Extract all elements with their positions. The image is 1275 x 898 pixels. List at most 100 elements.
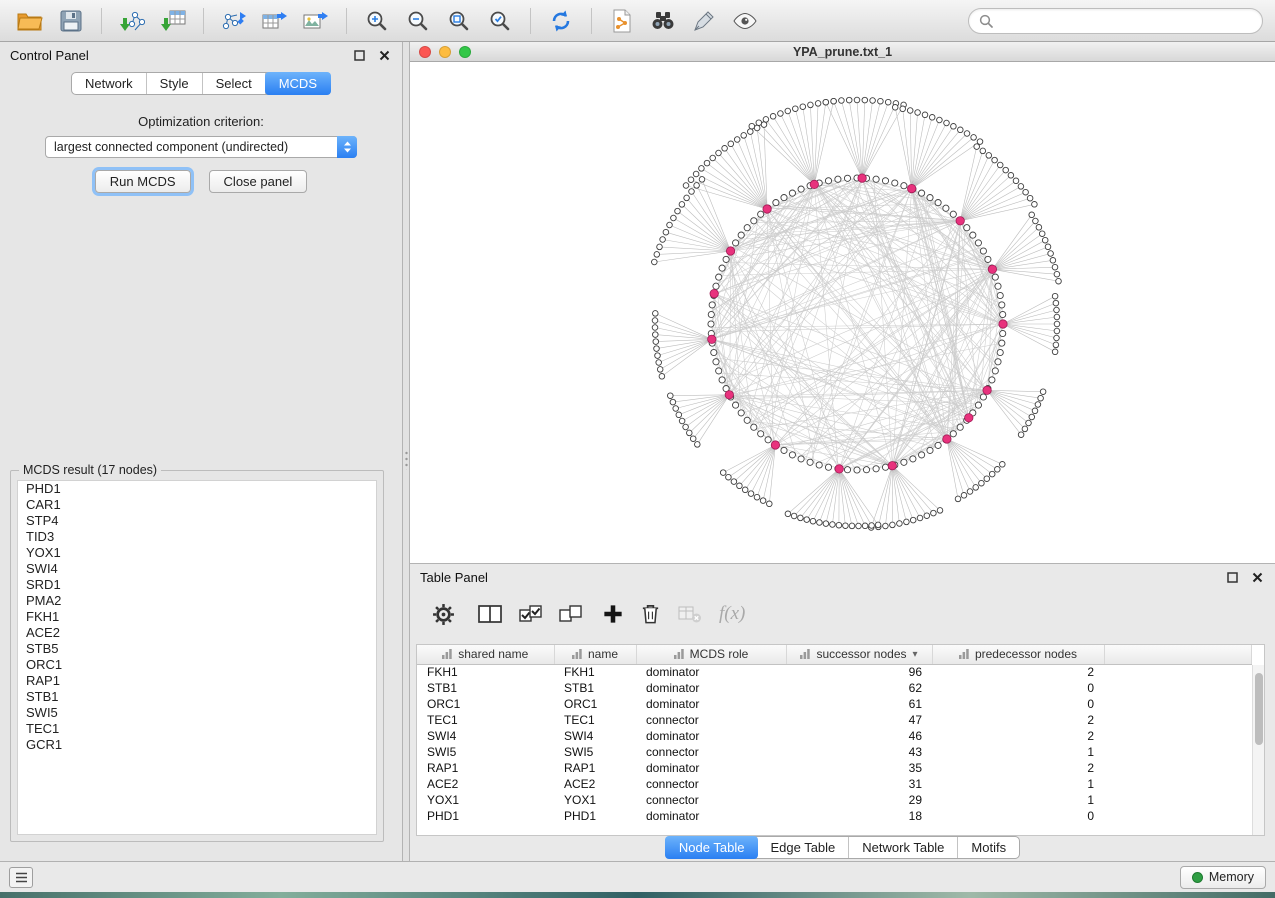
mcds-result-item[interactable]: CAR1 — [18, 497, 376, 513]
select-all-columns-button[interactable] — [519, 601, 542, 627]
criterion-dropdown[interactable]: largest connected component (undirected) — [45, 136, 357, 158]
table-row[interactable]: TEC1TEC1connector472 — [417, 712, 1252, 728]
tab-motifs[interactable]: Motifs — [958, 837, 1019, 858]
mcds-result-item[interactable]: FKH1 — [18, 609, 376, 625]
mcds-result-item[interactable]: ACE2 — [18, 625, 376, 641]
mcds-result-item[interactable]: SWI5 — [18, 705, 376, 721]
table-row[interactable]: FKH1FKH1dominator962 — [417, 664, 1252, 680]
delete-column-button[interactable] — [640, 601, 661, 627]
save-session-button[interactable] — [53, 5, 89, 37]
mcds-result-item[interactable]: STB1 — [18, 689, 376, 705]
create-column-button[interactable] — [603, 601, 623, 627]
mcds-result-item[interactable]: YOX1 — [18, 545, 376, 561]
zoom-fit-button[interactable] — [441, 5, 477, 37]
table-toolbar: f(x) — [410, 592, 1275, 636]
table-panel-tabs: Node TableEdge TableNetwork TableMotifs — [665, 836, 1020, 859]
search-neighbors-button[interactable] — [645, 5, 681, 37]
mcds-result-item[interactable]: STP4 — [18, 513, 376, 529]
table-row[interactable]: PHD1PHD1dominator180 — [417, 808, 1252, 824]
window-close-icon[interactable] — [419, 46, 431, 58]
zoom-selected-button[interactable] — [482, 5, 518, 37]
import-network-button[interactable] — [114, 5, 150, 37]
apply-style-button[interactable] — [686, 5, 722, 37]
zoom-out-button[interactable] — [400, 5, 436, 37]
column-type-icon — [572, 649, 582, 659]
mcds-result-item[interactable]: GCR1 — [18, 737, 376, 753]
network-canvas[interactable] — [410, 62, 1275, 563]
sort-chevron-icon[interactable]: ▾ — [913, 649, 918, 660]
run-mcds-button[interactable]: Run MCDS — [95, 170, 191, 193]
close-panel-button[interactable]: Close panel — [209, 170, 308, 193]
column-header-predecessor-nodes[interactable]: predecessor nodes — [932, 645, 1104, 664]
table-row[interactable]: ACE2ACE2connector311 — [417, 776, 1252, 792]
table-row[interactable]: SWI5SWI5connector431 — [417, 744, 1252, 760]
mcds-result-list[interactable]: PHD1CAR1STP4TID3YOX1SWI4SRD1PMA2FKH1ACE2… — [17, 480, 377, 835]
mcds-result-item[interactable]: TEC1 — [18, 721, 376, 737]
tab-style[interactable]: Style — [147, 73, 203, 94]
apply-style-icon — [692, 9, 716, 33]
mcds-result-item[interactable]: SWI4 — [18, 561, 376, 577]
mcds-result-groupbox: MCDS result (17 nodes) PHD1CAR1STP4TID3Y… — [10, 470, 384, 842]
mcds-result-item[interactable]: STB5 — [18, 641, 376, 657]
save-icon — [60, 10, 82, 32]
table-row[interactable]: RAP1RAP1dominator352 — [417, 760, 1252, 776]
share-document-button[interactable] — [604, 5, 640, 37]
memory-button[interactable]: Memory — [1180, 866, 1266, 889]
mcds-result-item[interactable]: PHD1 — [18, 481, 376, 497]
network-graph[interactable] — [410, 62, 1275, 563]
column-header-successor-nodes[interactable]: successor nodes▾ — [786, 645, 932, 664]
optimization-criterion-label: Optimization criterion: — [0, 114, 402, 129]
show-panels-button[interactable] — [9, 867, 33, 888]
show-graphics-details-button[interactable] — [727, 5, 763, 37]
column-header-name[interactable]: name — [554, 645, 636, 664]
tab-mcds[interactable]: MCDS — [265, 72, 331, 95]
mcds-result-item[interactable]: SRD1 — [18, 577, 376, 593]
table-scrollbar-thumb[interactable] — [1255, 673, 1263, 745]
network-window-titlebar[interactable]: YPA_prune.txt_1 — [410, 42, 1275, 62]
mcds-result-item[interactable]: ORC1 — [18, 657, 376, 673]
delete-table-icon — [678, 604, 702, 624]
vertical-splitter[interactable] — [403, 42, 410, 862]
deselect-all-columns-button[interactable] — [559, 601, 582, 627]
tab-select[interactable]: Select — [203, 73, 266, 94]
delete-table-button-disabled[interactable] — [678, 601, 702, 627]
tab-edge-table[interactable]: Edge Table — [757, 837, 849, 858]
table-row[interactable]: ORC1ORC1dominator610 — [417, 696, 1252, 712]
export-table-button[interactable] — [257, 5, 293, 37]
control-panel-tabs: NetworkStyleSelectMCDS — [71, 72, 331, 95]
search-box[interactable] — [968, 8, 1263, 34]
table-scrollbar[interactable] — [1252, 665, 1264, 835]
column-header-shared-name[interactable]: shared name — [417, 645, 554, 664]
function-builder-button[interactable]: f(x) — [719, 601, 745, 627]
binoculars-icon — [650, 10, 676, 32]
tab-node-table[interactable]: Node Table — [665, 836, 759, 859]
open-session-button[interactable] — [12, 5, 48, 37]
zoom-in-button[interactable] — [359, 5, 395, 37]
close-panel-icon[interactable] — [376, 47, 392, 63]
window-minimize-icon[interactable] — [439, 46, 451, 58]
table-settings-button[interactable] — [432, 601, 455, 627]
close-panel-icon[interactable] — [1249, 569, 1265, 585]
import-table-button[interactable] — [155, 5, 191, 37]
tab-network[interactable]: Network — [72, 73, 147, 94]
refresh-view-button[interactable] — [543, 5, 579, 37]
column-header-MCDS-role[interactable]: MCDS role — [636, 645, 786, 664]
export-image-button[interactable] — [298, 5, 334, 37]
window-maximize-icon[interactable] — [459, 46, 471, 58]
column-type-icon — [800, 649, 810, 659]
refresh-icon — [549, 9, 573, 33]
search-input[interactable] — [999, 13, 1252, 28]
table-row[interactable]: YOX1YOX1connector291 — [417, 792, 1252, 808]
show-column-panel-button[interactable] — [478, 601, 502, 627]
tab-network-table[interactable]: Network Table — [849, 837, 958, 858]
mcds-result-item[interactable]: TID3 — [18, 529, 376, 545]
toolbar-separator — [530, 8, 531, 34]
export-network-button[interactable] — [216, 5, 252, 37]
export-table-icon — [262, 9, 288, 33]
mcds-result-item[interactable]: PMA2 — [18, 593, 376, 609]
float-panel-icon[interactable] — [1224, 569, 1240, 585]
table-row[interactable]: SWI4SWI4dominator462 — [417, 728, 1252, 744]
mcds-result-item[interactable]: RAP1 — [18, 673, 376, 689]
table-row[interactable]: STB1STB1dominator620 — [417, 680, 1252, 696]
float-panel-icon[interactable] — [351, 47, 367, 63]
